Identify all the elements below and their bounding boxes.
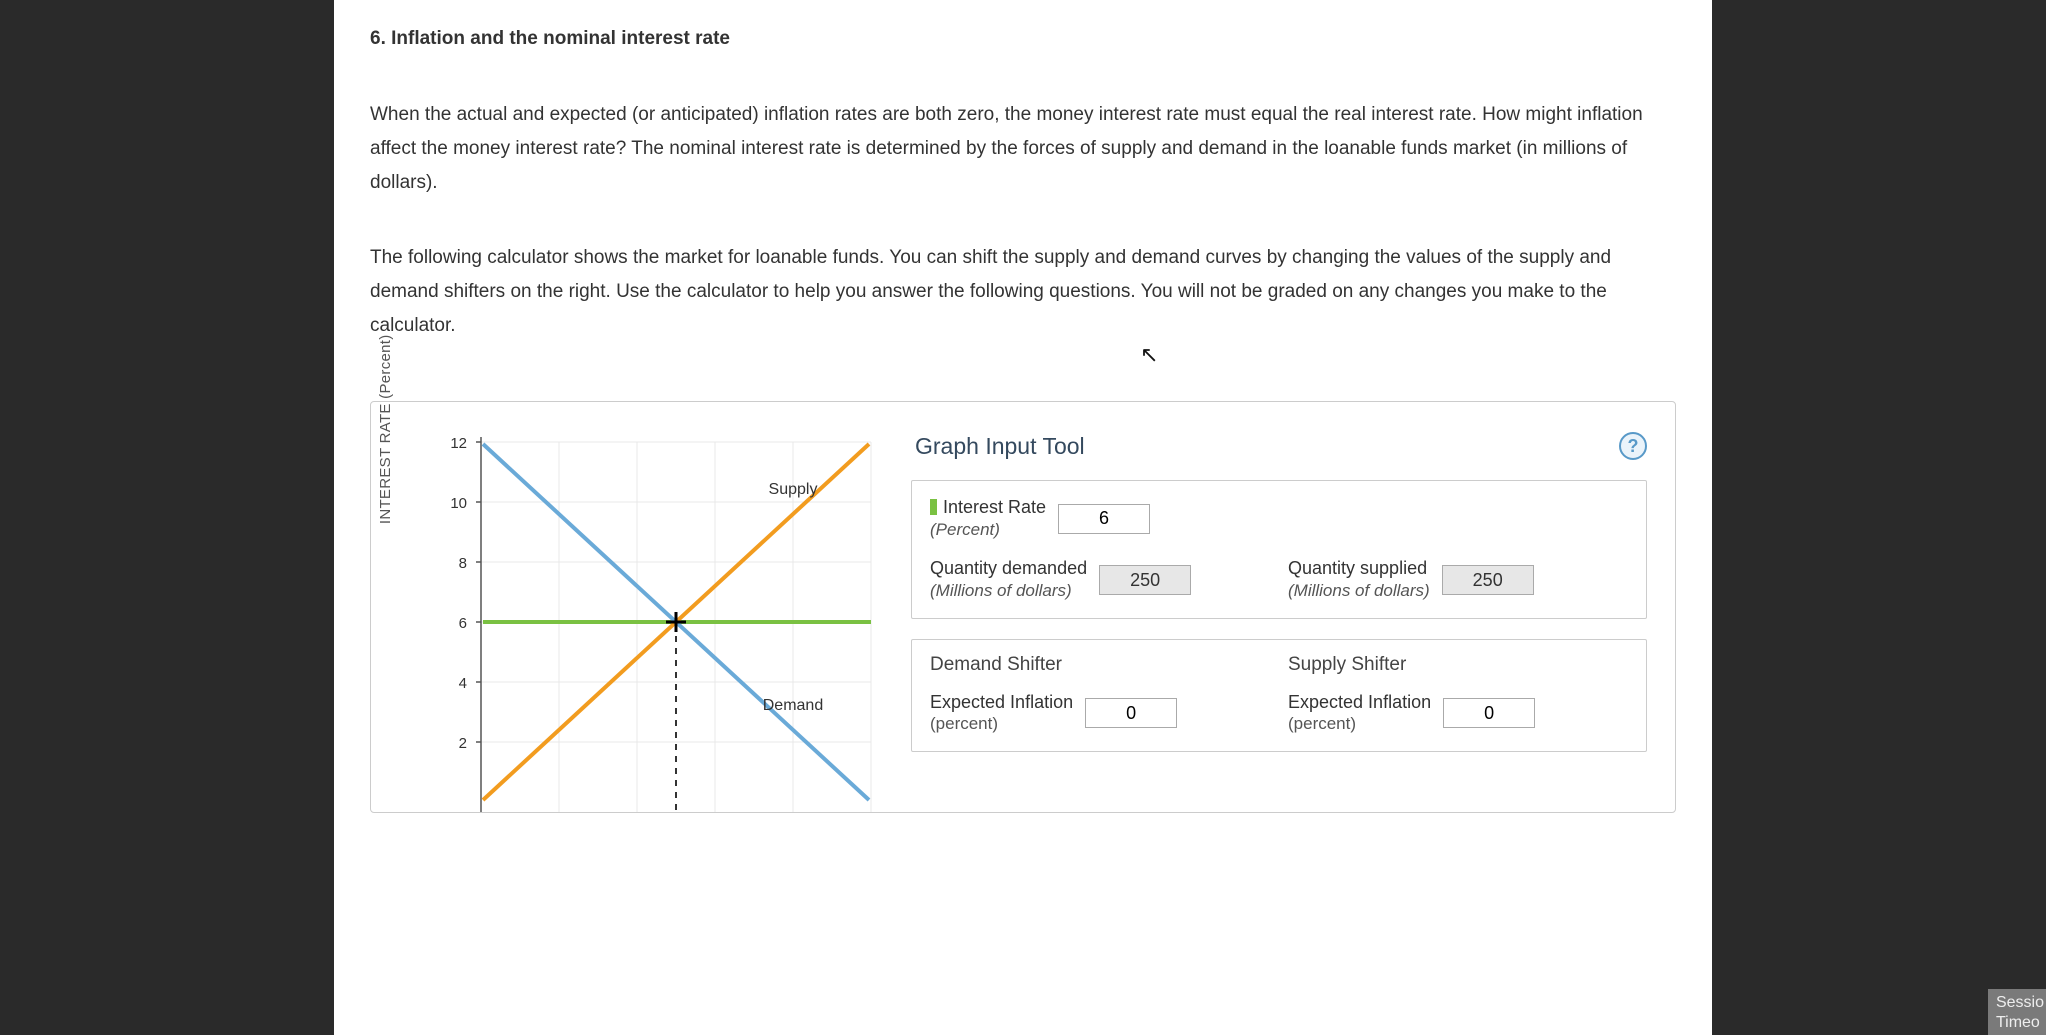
y-tick-6: 6 [459, 615, 467, 632]
chart-svg[interactable]: 12 10 8 6 4 2 [423, 432, 893, 812]
qty-supplied-label: Quantity supplied (Millions of dollars) [1288, 558, 1430, 601]
mouse-cursor-icon: ↖ [1140, 342, 1158, 368]
legend-chip-icon [930, 499, 937, 515]
chart-panel: INTEREST RATE (Percent) [371, 426, 901, 812]
demand-label: Demand [763, 697, 823, 714]
paragraph-2: The following calculator shows the marke… [370, 241, 1676, 344]
tool-title: Graph Input Tool [915, 433, 1085, 460]
session-timeout-badge: SessioTimeo [1988, 989, 2046, 1035]
qty-supplied-value: 250 [1442, 565, 1534, 595]
qty-demanded-value: 250 [1099, 565, 1191, 595]
y-tick-2: 2 [459, 735, 467, 752]
values-panel: Interest Rate (Percent) Quantity demande… [911, 480, 1647, 618]
supply-shifter-input[interactable] [1443, 698, 1535, 728]
demand-shifter-input[interactable] [1085, 698, 1177, 728]
supply-shifter-label: Expected Inflation (percent) [1288, 692, 1431, 735]
help-icon[interactable]: ? [1619, 432, 1647, 460]
interest-rate-label: Interest Rate (Percent) [930, 497, 1046, 540]
y-axis [476, 437, 481, 812]
y-tick-12: 12 [450, 435, 467, 452]
y-axis-label: INTEREST RATE (Percent) [377, 335, 394, 525]
y-tick-4: 4 [459, 675, 467, 692]
demand-shifter-title: Demand Shifter [930, 654, 1270, 676]
calculator-container: INTEREST RATE (Percent) [370, 401, 1676, 813]
demand-shifter-label: Expected Inflation (percent) [930, 692, 1073, 735]
paragraph-1: When the actual and expected (or anticip… [370, 98, 1676, 201]
shifters-panel: Demand Shifter Supply Shifter Expected I… [911, 639, 1647, 752]
qty-demanded-label: Quantity demanded (Millions of dollars) [930, 558, 1087, 601]
supply-shifter-title: Supply Shifter [1288, 654, 1628, 676]
y-tick-8: 8 [459, 555, 467, 572]
supply-label: Supply [769, 481, 818, 498]
interest-rate-input[interactable] [1058, 504, 1150, 534]
question-title: 6. Inflation and the nominal interest ra… [370, 0, 1676, 50]
y-tick-10: 10 [450, 495, 467, 512]
